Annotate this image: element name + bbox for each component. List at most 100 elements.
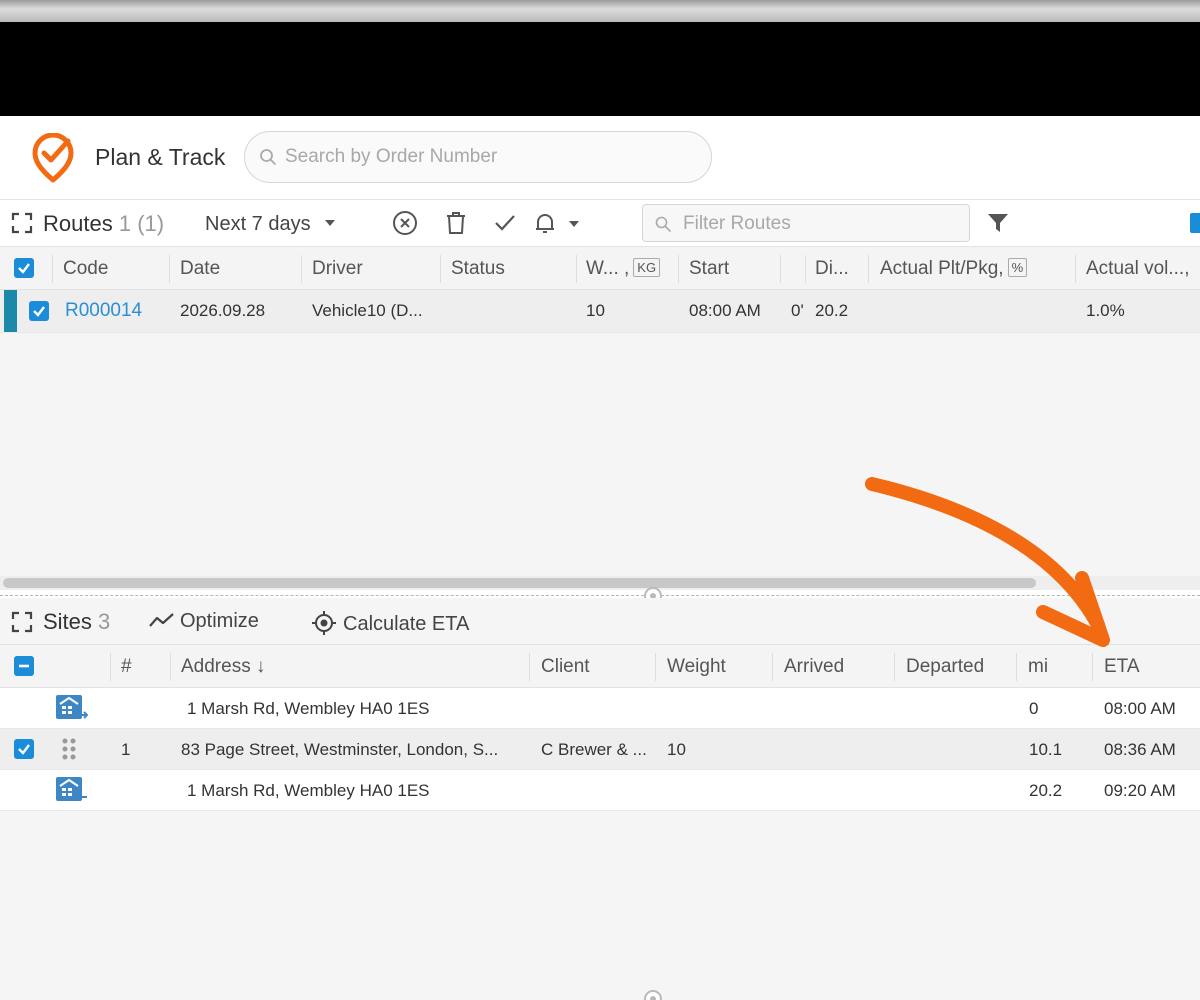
column-header-weight[interactable]: Weight <box>667 645 767 688</box>
site-address: 1 Marsh Rd, Wembley HA0 1ES <box>187 699 430 718</box>
column-header-code[interactable]: Code <box>63 247 163 290</box>
select-all-sites-checkbox[interactable] <box>14 656 34 676</box>
site-miles: 0 <box>1029 699 1039 718</box>
site-row[interactable]: 1 Marsh Rd, Wembley HA0 1ES 0 08:00 AM <box>0 688 1200 729</box>
site-address: 83 Page Street, Westminster, London, S..… <box>181 740 499 759</box>
column-header-number[interactable]: # <box>121 645 151 688</box>
column-separator <box>868 255 869 283</box>
column-separator <box>301 255 302 283</box>
sites-toolbar: Sites 3 Optimize Calculate ETA <box>0 598 1200 645</box>
column-header-arrived[interactable]: Arrived <box>784 645 889 688</box>
checkmark-icon <box>18 744 30 755</box>
drag-handle-icon[interactable] <box>62 737 76 761</box>
route-start: 08:00 AM <box>689 301 761 320</box>
columns-menu-icon[interactable] <box>1190 213 1200 233</box>
order-search-input[interactable] <box>285 142 695 172</box>
column-separator <box>529 653 530 681</box>
site-row[interactable]: 1 Marsh Rd, Wembley HA0 1ES 20.2 09:20 A… <box>0 770 1200 811</box>
calculate-eta-label: Calculate ETA <box>343 613 470 635</box>
check-icon[interactable] <box>492 210 518 236</box>
route-row[interactable]: R000014 2026.09.28 Vehicle10 (D... 10 08… <box>0 290 1200 333</box>
date-range-dropdown[interactable]: Next 7 days <box>205 213 336 236</box>
site-miles: 20.2 <box>1029 781 1063 800</box>
site-eta: 08:36 AM <box>1104 740 1176 759</box>
percent-unit-badge: % <box>1007 258 1028 277</box>
expand-icon[interactable] <box>11 611 33 633</box>
column-separator <box>894 653 895 681</box>
site-client: C Brewer & ... <box>541 740 647 759</box>
route-code-link[interactable]: R000014 <box>65 300 142 322</box>
column-header-departed[interactable]: Departed <box>906 645 1011 688</box>
route-distance: 20.2 <box>815 301 849 320</box>
checkmark-icon <box>18 263 30 274</box>
column-header-miles[interactable]: mi <box>1028 645 1088 688</box>
panel-splitter[interactable] <box>0 595 1200 596</box>
site-weight: 10 <box>667 740 686 759</box>
column-separator <box>805 255 806 283</box>
black-banner <box>0 22 1200 116</box>
delete-icon[interactable] <box>443 210 469 236</box>
site-number: 1 <box>121 740 131 759</box>
filter-funnel-icon[interactable] <box>985 210 1011 236</box>
routes-title-label: Routes <box>43 211 113 236</box>
column-header-actual-vol[interactable]: Actual vol..., <box>1086 247 1200 290</box>
target-icon <box>312 611 336 635</box>
route-driver: Vehicle10 (D... <box>312 301 423 320</box>
site-row[interactable]: 1 83 Page Street, Westminster, London, S… <box>0 729 1200 770</box>
column-separator <box>678 255 679 283</box>
calculate-eta-button[interactable]: Calculate ETA <box>311 610 469 636</box>
optimize-button[interactable]: Optimize <box>148 610 259 633</box>
column-header-weight[interactable]: W... , KG <box>586 247 676 290</box>
routes-toolbar: Routes 1 (1) Next 7 days <box>0 200 1200 247</box>
route-row-checkbox[interactable] <box>29 301 49 321</box>
column-separator <box>1016 653 1017 681</box>
column-header-client[interactable]: Client <box>541 645 651 688</box>
column-header-actual-plt[interactable]: Actual Plt/Pkg,% <box>880 247 1070 290</box>
column-header-eta[interactable]: ETA <box>1104 645 1194 688</box>
column-separator <box>440 255 441 283</box>
filter-routes-input[interactable] <box>683 210 963 238</box>
weight-unit-badge: KG <box>633 258 661 277</box>
column-header-address[interactable]: Address ↓ <box>181 645 331 688</box>
column-separator <box>655 653 656 681</box>
filter-routes[interactable] <box>642 204 970 242</box>
column-separator <box>1075 255 1076 283</box>
horizontal-scrollbar[interactable] <box>3 578 1036 588</box>
route-weight: 10 <box>586 301 605 320</box>
weight-label: W... , <box>586 258 630 279</box>
bell-chevron-down-icon[interactable] <box>568 220 580 228</box>
column-separator <box>52 255 53 283</box>
sites-empty-area <box>0 811 1200 1000</box>
column-header-start[interactable]: Start <box>689 247 774 290</box>
sites-title-label: Sites <box>43 609 92 634</box>
expand-icon[interactable] <box>11 212 33 234</box>
cancel-circle-icon[interactable] <box>392 210 418 236</box>
routes-title: Routes 1 (1) <box>43 211 164 237</box>
depot-arrival-icon <box>56 777 87 801</box>
site-miles: 10.1 <box>1029 740 1063 759</box>
select-all-routes-checkbox[interactable] <box>14 258 34 278</box>
column-separator <box>110 653 111 681</box>
column-header-driver[interactable]: Driver <box>312 247 437 290</box>
app-logo-icon <box>32 133 74 183</box>
site-address: 1 Marsh Rd, Wembley HA0 1ES <box>187 781 430 800</box>
site-eta: 09:20 AM <box>1104 781 1176 800</box>
sites-title: Sites 3 <box>43 609 110 635</box>
app-title: Plan & Track <box>95 144 226 170</box>
search-icon <box>260 149 276 165</box>
order-search[interactable] <box>244 131 712 183</box>
route-hidden-column-value: 0' <box>791 301 804 320</box>
depot-departure-icon <box>56 695 89 719</box>
column-header-status[interactable]: Status <box>451 247 571 290</box>
search-icon <box>655 216 671 232</box>
sites-count: 3 <box>98 609 111 634</box>
column-header-distance[interactable]: Di... <box>815 247 863 290</box>
column-separator <box>1092 653 1093 681</box>
column-header-date[interactable]: Date <box>180 247 295 290</box>
bell-icon[interactable] <box>532 210 558 236</box>
selected-row-marker <box>4 290 17 332</box>
minus-icon <box>19 664 29 668</box>
column-separator <box>780 255 781 283</box>
column-separator <box>576 255 577 283</box>
site-row-checkbox[interactable] <box>14 739 34 759</box>
